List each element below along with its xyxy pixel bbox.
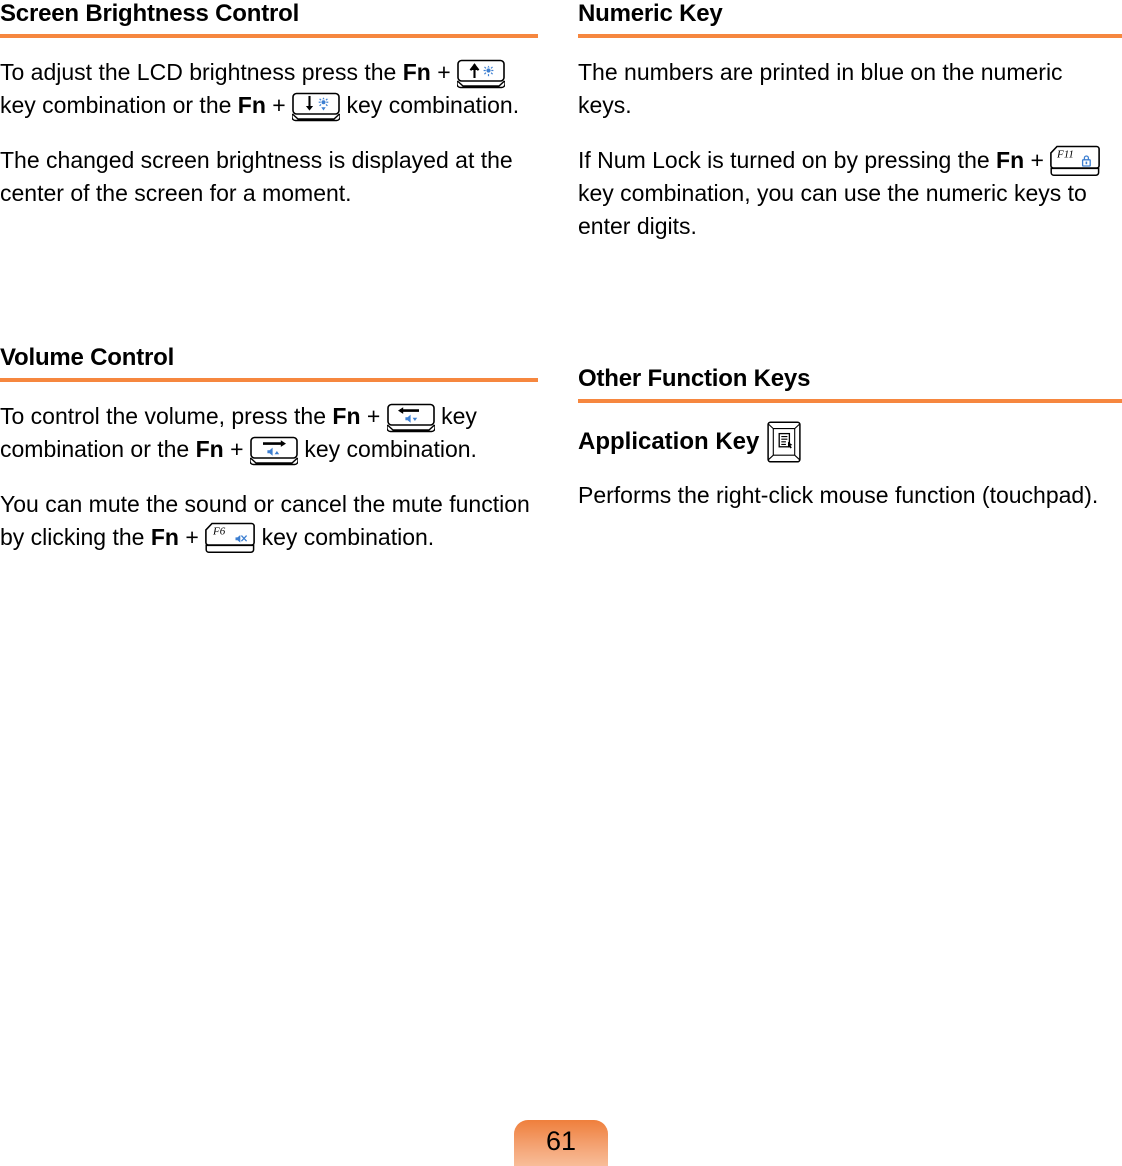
text-run: key combination. — [340, 92, 520, 118]
fn-key-label: Fn — [332, 403, 361, 429]
text-run: + — [430, 59, 458, 85]
section-volume-control: Volume Control To control the volume, pr… — [0, 344, 538, 554]
heading-rule — [0, 378, 538, 382]
fn-key-label: Fn — [237, 92, 266, 118]
text-run: + — [1024, 147, 1051, 173]
volume-down-key-icon — [386, 403, 435, 433]
paragraph-mute-key: You can mute the sound or cancel the mut… — [0, 488, 538, 554]
paragraph-num-lock: If Num Lock is turned on by pressing the… — [578, 144, 1122, 243]
paragraph-numeric-blue: The numbers are printed in blue on the n… — [578, 59, 1063, 118]
key-label-f6: F6 — [212, 526, 226, 538]
key-label-f11: F11 — [1056, 149, 1074, 161]
text-run: key combination. — [297, 436, 477, 462]
text-run: + — [265, 92, 293, 118]
text-run: key combination, you can use the numeric… — [578, 180, 1087, 239]
column-spacer — [578, 265, 1122, 365]
application-key-icon — [767, 421, 802, 463]
heading-rule — [578, 399, 1122, 403]
fn-key-label: Fn — [195, 436, 224, 462]
subheading-application-key: Application Key — [578, 421, 1122, 463]
heading-rule — [0, 34, 538, 38]
heading-rule — [578, 34, 1122, 38]
num-lock-key-f11-icon: F11 — [1050, 145, 1101, 177]
page-number: 61 — [545, 1126, 577, 1156]
text-run: + — [178, 524, 206, 550]
paragraph-application-key-description: Performs the right-click mouse function … — [578, 482, 1099, 508]
section-other-function-keys: Other Function Keys Application Key Perf… — [578, 365, 1122, 512]
paragraph-brightness-display: The changed screen brightness is display… — [0, 147, 513, 206]
subheading-label: Application Key — [578, 428, 760, 455]
brightness-up-key-icon — [457, 59, 506, 89]
volume-up-key-icon — [249, 436, 298, 466]
left-column: Screen Brightness Control To adjust the … — [0, 0, 538, 576]
manual-page: Screen Brightness Control To adjust the … — [0, 0, 1122, 1166]
column-spacer — [0, 232, 538, 344]
text-run: + — [223, 436, 250, 462]
heading-screen-brightness-control: Screen Brightness Control — [0, 0, 300, 27]
section-numeric-key: Numeric Key The numbers are printed in b… — [578, 0, 1122, 243]
mute-key-f6-icon: F6 — [205, 522, 256, 554]
paragraph-brightness-keys: To adjust the LCD brightness press the F… — [0, 56, 538, 122]
text-run: key combination. — [255, 524, 435, 550]
section-screen-brightness-control: Screen Brightness Control To adjust the … — [0, 0, 538, 210]
text-run: To adjust the LCD brightness press the — [0, 59, 403, 85]
fn-key-label: Fn — [402, 59, 431, 85]
right-column: Numeric Key The numbers are printed in b… — [578, 0, 1122, 534]
text-run: key combination or the — [0, 92, 238, 118]
heading-volume-control: Volume Control — [0, 344, 175, 371]
text-run: + — [360, 403, 387, 429]
brightness-down-key-icon — [292, 92, 341, 122]
heading-other-function-keys: Other Function Keys — [578, 365, 811, 392]
fn-key-label: Fn — [150, 524, 179, 550]
heading-numeric-key: Numeric Key — [578, 0, 723, 27]
page-number-tab: 61 — [514, 1120, 608, 1166]
fn-key-label: Fn — [996, 147, 1025, 173]
text-run: To control the volume, press the — [0, 403, 333, 429]
text-run: If Num Lock is turned on by pressing the — [578, 147, 997, 173]
paragraph-volume-keys: To control the volume, press the Fn + ke… — [0, 400, 538, 466]
